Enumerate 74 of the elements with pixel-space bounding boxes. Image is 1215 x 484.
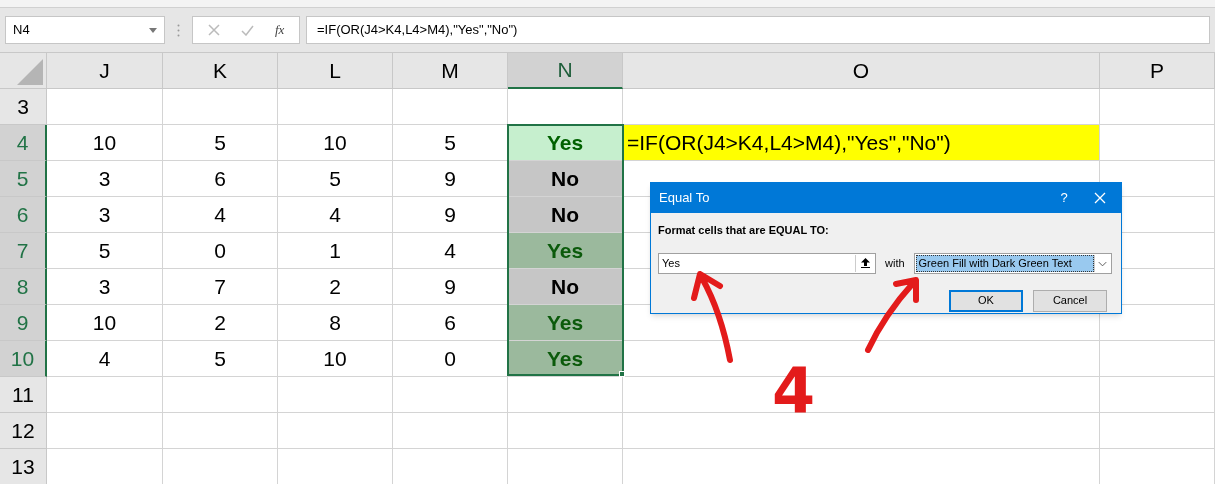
chevron-down-icon bbox=[1093, 254, 1110, 272]
format-dropdown[interactable]: Green Fill with Dark Green Text bbox=[913, 252, 1112, 274]
row-header[interactable]: 6 bbox=[0, 197, 47, 233]
row-header[interactable]: 4 bbox=[0, 125, 47, 161]
table-cell: 2 bbox=[278, 269, 393, 305]
value-field[interactable]: Yes bbox=[658, 252, 876, 274]
table-cell: 8 bbox=[278, 305, 393, 341]
close-icon[interactable] bbox=[1094, 192, 1106, 204]
table-cell: 3 bbox=[47, 161, 163, 197]
row-header[interactable]: 11 bbox=[0, 377, 47, 413]
result-cell: Yes bbox=[508, 305, 623, 341]
up-arrow-icon bbox=[860, 258, 870, 268]
with-label: with bbox=[885, 255, 905, 271]
table-cell: 5 bbox=[278, 161, 393, 197]
row-header[interactable]: 7 bbox=[0, 233, 47, 269]
table-cell: 3 bbox=[47, 197, 163, 233]
result-cell: No bbox=[508, 197, 623, 233]
table-cell: 5 bbox=[393, 125, 508, 161]
insert-function-button[interactable]: fx bbox=[275, 20, 285, 40]
row-header[interactable]: 3 bbox=[0, 89, 47, 125]
result-cell: No bbox=[508, 269, 623, 305]
dialog-button[interactable]: Cancel bbox=[1033, 289, 1107, 312]
dialog-title: Equal To bbox=[659, 189, 711, 208]
table-cell: 7 bbox=[163, 269, 278, 305]
table-cell: 6 bbox=[163, 161, 278, 197]
table-cell: 9 bbox=[393, 197, 508, 233]
corner-triangle-icon bbox=[17, 59, 43, 85]
row-header[interactable]: 12 bbox=[0, 413, 47, 449]
table-cell: 1 bbox=[278, 233, 393, 269]
row-header[interactable]: 13 bbox=[0, 449, 47, 484]
column-header[interactable]: M bbox=[393, 53, 508, 89]
column-header[interactable]: O bbox=[623, 53, 1100, 89]
table-cell: 5 bbox=[163, 125, 278, 161]
column-header[interactable]: K bbox=[163, 53, 278, 89]
row-header[interactable]: 10 bbox=[0, 341, 47, 377]
column-header[interactable]: L bbox=[278, 53, 393, 89]
fill-handle[interactable] bbox=[619, 371, 625, 377]
table-cell: 0 bbox=[163, 233, 278, 269]
check-icon[interactable] bbox=[240, 24, 254, 36]
formula-text-cell: =IF(OR(J4>K4,L4>M4),"Yes","No") bbox=[623, 125, 1100, 161]
table-cell: 2 bbox=[163, 305, 278, 341]
row-header[interactable]: 9 bbox=[0, 305, 47, 341]
table-cell: 10 bbox=[278, 125, 393, 161]
table-cell: 6 bbox=[393, 305, 508, 341]
dialog-prompt: Format cells that are EQUAL TO: bbox=[658, 223, 830, 238]
help-button[interactable]: ? bbox=[1049, 188, 1079, 208]
table-cell: 10 bbox=[47, 305, 163, 341]
table-cell: 3 bbox=[47, 269, 163, 305]
table-cell: 10 bbox=[47, 125, 163, 161]
table-cell: 4 bbox=[47, 341, 163, 377]
annotation-number: 4 bbox=[772, 360, 816, 422]
result-cell: Yes bbox=[508, 341, 623, 377]
result-cell: Yes bbox=[508, 233, 623, 269]
table-cell: 5 bbox=[163, 341, 278, 377]
name-box[interactable]: N4 bbox=[5, 16, 165, 44]
row-header[interactable]: 5 bbox=[0, 161, 47, 197]
table-cell: 5 bbox=[47, 233, 163, 269]
column-header[interactable]: J bbox=[47, 53, 163, 89]
result-cell: Yes bbox=[508, 125, 623, 161]
table-cell: 0 bbox=[393, 341, 508, 377]
table-cell: 10 bbox=[278, 341, 393, 377]
table-cell: 4 bbox=[278, 197, 393, 233]
column-header[interactable]: P bbox=[1100, 53, 1215, 89]
dialog-button[interactable]: OK bbox=[949, 289, 1023, 312]
grip-icon bbox=[177, 23, 180, 37]
dropdown-icon bbox=[149, 27, 157, 33]
formula-field[interactable]: =IF(OR(J4>K4,L4>M4),"Yes","No") bbox=[306, 16, 1210, 44]
table-cell: 9 bbox=[393, 269, 508, 305]
column-header[interactable]: N bbox=[508, 53, 623, 89]
table-cell: 4 bbox=[163, 197, 278, 233]
table-cell: 4 bbox=[393, 233, 508, 269]
result-cell: No bbox=[508, 161, 623, 197]
row-header[interactable]: 8 bbox=[0, 269, 47, 305]
table-cell: 9 bbox=[393, 161, 508, 197]
